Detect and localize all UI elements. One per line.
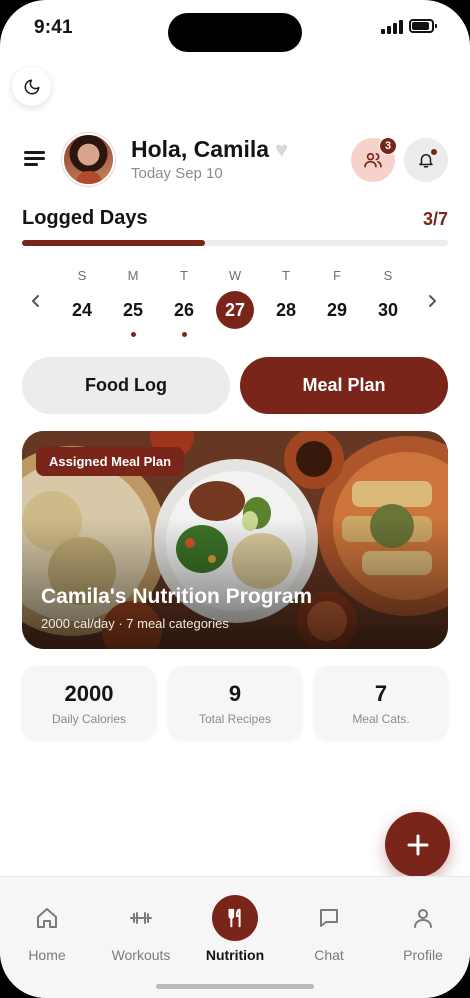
nav-label: Profile (403, 947, 443, 963)
assigned-plan-badge: Assigned Meal Plan (36, 447, 185, 476)
nav-workouts[interactable]: Workouts (94, 895, 188, 963)
nav-label: Chat (314, 947, 344, 963)
notification-dot (431, 149, 437, 155)
day-letter: S (383, 268, 393, 283)
nav-label: Workouts (111, 947, 171, 963)
day-number: 28 (275, 300, 297, 320)
day-letter: T (282, 268, 290, 283)
users-icon (364, 152, 382, 168)
home-icon (37, 908, 57, 928)
home-indicator (156, 984, 314, 989)
day-25[interactable]: M 25 (111, 266, 155, 337)
stat-label: Meal Cats. (352, 712, 410, 726)
plus-icon (407, 834, 428, 855)
stat-label: Daily Calories (51, 712, 127, 726)
greeting-text: Hola, Camila (131, 136, 270, 162)
chevron-right-icon (429, 295, 436, 307)
menu-button[interactable] (24, 150, 46, 168)
dynamic-island (168, 13, 302, 52)
greeting-title: Hola, Camila ♥ (131, 136, 288, 163)
stat-total-recipes: 9 Total Recipes (168, 666, 302, 740)
theme-toggle-button[interactable] (12, 67, 51, 106)
day-letter: W (228, 268, 242, 283)
nav-nutrition[interactable]: Nutrition (188, 895, 282, 963)
notifications-button[interactable] (404, 138, 448, 182)
previous-week-button[interactable] (28, 292, 44, 310)
dumbbell-icon (130, 912, 152, 924)
day-number: 24 (71, 300, 93, 320)
tab-food-log[interactable]: Food Log (22, 357, 230, 414)
day-letter: F (333, 268, 341, 283)
day-number: 26 (173, 300, 195, 320)
moon-icon (24, 79, 39, 94)
stat-value: 7 (374, 681, 388, 706)
avatar[interactable] (62, 133, 115, 186)
program-subtitle: 2000 cal/day · 7 meal categories (41, 616, 229, 631)
status-bar: 9:41 (0, 0, 470, 56)
day-26[interactable]: T 26 (162, 266, 206, 337)
logged-dot (181, 332, 187, 337)
day-29[interactable]: F 29 (315, 266, 359, 329)
day-letter: T (180, 268, 188, 283)
day-letter: M (127, 268, 139, 283)
nav-profile[interactable]: Profile (376, 895, 470, 963)
program-title: Camila's Nutrition Program (41, 585, 313, 608)
nav-chat[interactable]: Chat (282, 895, 376, 963)
signal-icon (381, 20, 403, 34)
next-week-button[interactable] (424, 292, 440, 310)
stat-label: Total Recipes (198, 712, 272, 726)
heart-icon: ♥ (275, 136, 289, 162)
meal-plan-card[interactable]: Assigned Meal Plan Camila's Nutrition Pr… (22, 431, 448, 649)
logged-days-count: 3/7 (422, 209, 448, 229)
progress-fill (22, 240, 206, 246)
day-28[interactable]: T 28 (264, 266, 308, 329)
phone-screen: 9:41 Hola, Camila ♥ Today Sep 10 3 Logge… (0, 0, 470, 998)
tab-meal-plan[interactable]: Meal Plan (240, 357, 448, 414)
nav-label: Nutrition (205, 947, 265, 963)
day-27[interactable]: W 27 (213, 266, 257, 329)
nav-home[interactable]: Home (0, 895, 94, 963)
stat-meal-categories: 7 Meal Cats. (314, 666, 448, 740)
day-number: 29 (326, 300, 348, 320)
bottom-nav: Home Workouts Nutrition Chat Profile (0, 876, 470, 998)
day-number: 30 (377, 300, 399, 320)
day-letter: S (77, 268, 87, 283)
today-date: Today Sep 10 (131, 165, 223, 182)
stat-value: 2000 (64, 681, 114, 706)
nav-label: Home (28, 947, 66, 963)
friends-button[interactable]: 3 (351, 137, 397, 182)
chevron-left-icon (32, 295, 39, 307)
day-number: 27 (216, 291, 254, 329)
day-30[interactable]: S 30 (366, 266, 410, 329)
day-24[interactable]: S 24 (60, 266, 104, 329)
logged-days-progress (22, 240, 448, 246)
chat-icon (320, 909, 338, 927)
stat-value: 9 (228, 681, 242, 706)
person-icon (414, 909, 432, 928)
day-number: 25 (122, 300, 144, 320)
status-time: 9:41 (34, 17, 73, 38)
fork-knife-icon (228, 908, 241, 928)
battery-icon (409, 19, 437, 33)
add-button[interactable] (385, 812, 450, 877)
logged-dot (130, 332, 136, 337)
stat-daily-calories: 2000 Daily Calories (22, 666, 156, 740)
logged-days-title: Logged Days (22, 207, 148, 229)
friends-count-badge: 3 (379, 137, 397, 155)
